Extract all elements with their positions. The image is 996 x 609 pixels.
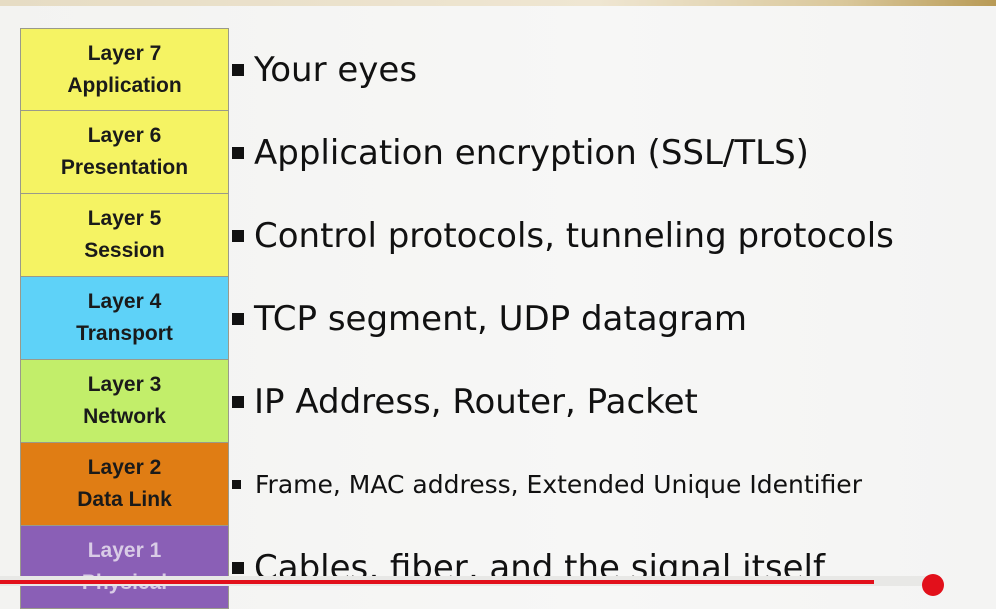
square-bullet-icon [232,146,244,159]
square-bullet-icon [232,561,244,574]
description-text: Application encryption (SSL/TLS) [254,132,809,173]
layer-number: Layer 2 [87,456,162,479]
layer-number: Layer 1 [87,539,162,562]
layer-5-session: Layer 5 Session [20,194,229,277]
slide-top-edge [0,0,996,6]
description-row: TCP segment, UDP datagram [232,277,894,360]
description-row: Your eyes [232,28,894,111]
layer-number: Layer 6 [87,124,162,147]
layer-1-physical: Layer 1 Physical [20,526,229,609]
layer-name: Application [67,73,182,97]
layer-6-presentation: Layer 6 Presentation [20,111,229,194]
description-row: Control protocols, tunneling protocols [232,194,894,277]
square-bullet-icon [232,312,244,325]
layer-name: Session [84,239,165,262]
description-text: Your eyes [254,49,418,90]
osi-layer-stack: Layer 7 Application Layer 6 Presentation… [20,28,229,609]
description-text: Frame, MAC address, Extended Unique Iden… [255,470,862,499]
layer-2-data-link: Layer 2 Data Link [20,443,229,526]
layer-3-network: Layer 3 Network [20,360,229,443]
layer-name: Network [83,405,166,428]
layer-number: Layer 3 [87,373,162,396]
layer-number: Layer 5 [87,207,162,230]
layer-number: Layer 7 [87,41,162,65]
layer-name: Transport [76,322,173,345]
layer-7-application: Layer 7 Application [20,28,229,111]
description-row: Application encryption (SSL/TLS) [232,111,894,194]
video-progress-fill [0,580,874,584]
layer-name: Presentation [60,156,189,179]
square-bullet-icon [232,395,244,408]
description-row: Cables, fiber, and the signal itself [232,526,894,609]
description-text: IP Address, Router, Packet [254,381,698,422]
description-text: Control protocols, tunneling protocols [254,215,894,256]
square-bullet-icon [232,480,241,489]
description-text: TCP segment, UDP datagram [254,298,748,339]
layer-name: Data Link [77,488,172,511]
layer-number: Layer 4 [87,290,162,313]
layer-descriptions: Your eyes Application encryption (SSL/TL… [232,28,894,609]
video-scrubber-handle[interactable] [922,574,944,596]
square-bullet-icon [232,229,244,242]
description-row: IP Address, Router, Packet [232,360,894,443]
layer-4-transport: Layer 4 Transport [20,277,229,360]
square-bullet-icon [232,63,244,76]
description-row: Frame, MAC address, Extended Unique Iden… [232,443,894,526]
